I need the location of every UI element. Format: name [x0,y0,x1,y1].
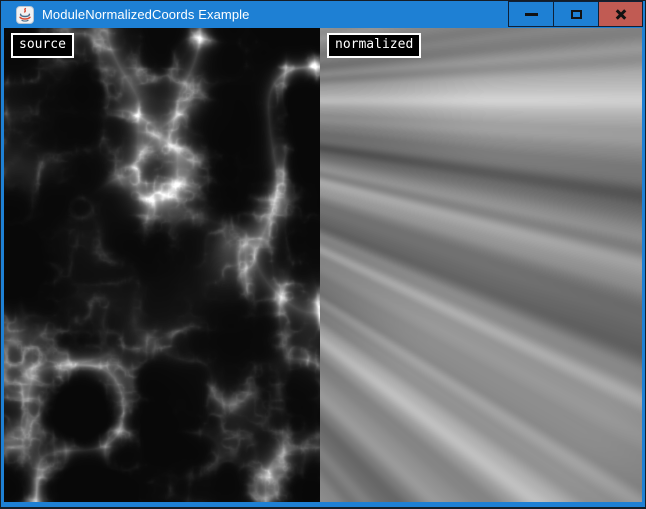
normalized-panel: normalized [320,28,642,502]
source-image [4,28,320,502]
normalized-label: normalized [327,33,421,58]
app-window: ModuleNormalizedCoords Example source no… [0,0,646,509]
title-bar[interactable]: ModuleNormalizedCoords Example [4,1,642,28]
window-title: ModuleNormalizedCoords Example [42,7,249,22]
java-app-icon[interactable] [16,6,34,24]
minimize-icon [525,13,538,16]
close-button[interactable] [598,1,643,27]
minimize-button[interactable] [508,1,554,27]
source-panel: source [4,28,320,502]
source-label: source [11,33,74,58]
normalized-image [320,28,642,502]
content-area: source normalized [4,28,642,502]
coffee-cup-icon [16,6,34,24]
close-icon [614,7,628,21]
maximize-button[interactable] [553,1,599,27]
maximize-icon [571,10,582,19]
window-controls [509,1,643,27]
